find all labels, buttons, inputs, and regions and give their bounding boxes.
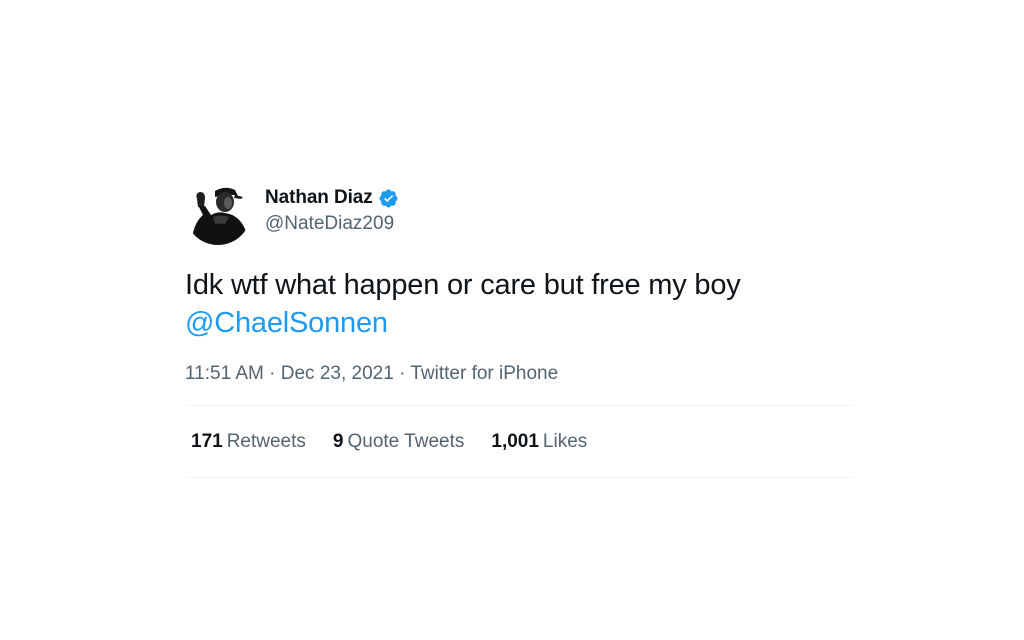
name-row: Nathan Diaz [265,185,399,211]
likes-stat[interactable]: 1,001 Likes [491,431,587,453]
retweets-stat[interactable]: 171 Retweets [191,431,306,453]
meta-separator: · [263,363,281,384]
tweet-author: Nathan Diaz @NateDiaz209 [185,178,853,246]
tweet-date[interactable]: Dec 23, 2021 [281,363,394,384]
divider [185,477,853,478]
page: Nathan Diaz @NateDiaz209 Idk wtf what ha… [0,0,1024,640]
avatar[interactable] [185,179,251,245]
tweet-meta: 11:51 AM · Dec 23, 2021 · Twitter for iP… [185,360,853,388]
tweet-stats: 171 Retweets 9 Quote Tweets 1,001 Likes [185,406,853,477]
meta-separator: · [393,363,411,384]
tweet-text: Idk wtf what happen or care but free my … [185,266,853,342]
retweets-count: 171 [191,430,223,452]
likes-count: 1,001 [491,430,539,452]
tweet-card: Nathan Diaz @NateDiaz209 Idk wtf what ha… [185,178,853,478]
verified-badge-icon [378,188,399,209]
retweets-label: Retweets [226,430,306,452]
display-name[interactable]: Nathan Diaz [265,187,373,209]
quote-tweets-stat[interactable]: 9 Quote Tweets [333,431,464,453]
avatar-image [185,179,251,245]
likes-label: Likes [542,430,588,452]
author-names: Nathan Diaz @NateDiaz209 [265,185,399,237]
quote-tweets-count: 9 [332,430,344,452]
tweet-source[interactable]: Twitter for iPhone [410,363,558,384]
tweet-text-line: Idk wtf what happen or care but free my … [185,269,741,301]
quote-tweets-label: Quote Tweets [347,430,465,452]
tweet-time[interactable]: 11:51 AM [185,363,264,384]
mention-link[interactable]: @ChaelSonnen [185,307,388,339]
author-handle[interactable]: @NateDiaz209 [265,211,399,237]
